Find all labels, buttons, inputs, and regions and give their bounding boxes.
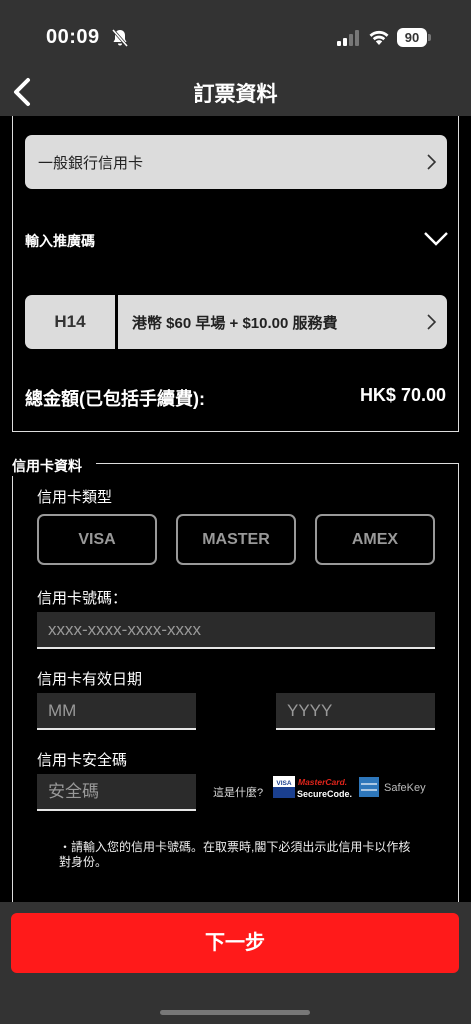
card-number-label: 信用卡號碼： <box>37 590 128 607</box>
credit-card-panel: 信用卡資料 信用卡類型 VISA MASTER AMEX 信用卡號碼： 信用卡有… <box>12 456 459 923</box>
whats-this-link[interactable]: 這是什麼? <box>213 784 263 800</box>
expiry-label: 信用卡有效日期 <box>37 671 143 688</box>
master-button[interactable]: MASTER <box>176 514 296 565</box>
expiry-year-input[interactable] <box>276 693 435 728</box>
expiry-year-field-wrapper <box>276 693 435 730</box>
next-step-button[interactable]: 下一步 <box>11 913 459 973</box>
ticket-type-select[interactable]: H14 港幣 $60 早場 + $10.00 服務費 <box>25 295 447 349</box>
footer-bar: 下一步 <box>0 902 471 1024</box>
battery-icon: 90 <box>397 28 431 47</box>
home-indicator <box>160 1010 310 1015</box>
cellular-signal-icon <box>337 30 359 46</box>
credit-card-section-title: 信用卡資料 <box>12 456 96 476</box>
cvv-input[interactable] <box>37 774 196 809</box>
visa-button[interactable]: VISA <box>37 514 157 565</box>
promo-code-toggle-label[interactable]: 輸入推廣碼 <box>25 231 95 251</box>
wifi-icon <box>369 30 389 45</box>
status-time: 00:09 <box>46 26 100 48</box>
verified-by-visa-logo: VISA <box>273 776 295 798</box>
expiry-month-field-wrapper <box>37 693 196 730</box>
chevron-right-icon <box>427 154 437 170</box>
total-amount: HK$ 70.00 <box>359 385 446 405</box>
safekey-logo-text: SafeKey <box>384 782 426 794</box>
card-number-field-wrapper <box>37 612 435 649</box>
ticket-price-description: 港幣 $60 早場 + $10.00 服務費 <box>132 315 338 332</box>
expiry-month-input[interactable] <box>37 693 196 728</box>
chevron-right-icon <box>427 314 437 330</box>
nav-bar: 訂票資料 <box>0 70 471 116</box>
cvv-field-wrapper <box>37 774 196 811</box>
ticket-code: H14 <box>25 295 118 349</box>
cvv-label: 信用卡安全碼 <box>37 752 128 769</box>
page-title: 訂票資料 <box>193 83 278 106</box>
bell-muted-icon <box>111 29 129 47</box>
card-type-value: 一般銀行信用卡 <box>38 155 144 172</box>
secure-payment-logos: VISA MasterCard. SecureCode. SafeKey <box>273 776 426 799</box>
amex-button[interactable]: AMEX <box>315 514 435 565</box>
securecode-logo-text: SecureCode. <box>297 789 352 799</box>
battery-level: 90 <box>397 28 427 47</box>
visa-logo-text: VISA <box>276 780 291 787</box>
card-notice-text: ・請輸入您的信用卡號碼。在取票時,閣下必須出示此信用卡以作核對身份。 <box>59 840 411 869</box>
chevron-down-icon[interactable] <box>423 229 449 247</box>
card-number-input[interactable] <box>37 612 435 647</box>
total-label: 總金額(已包括手續費): <box>25 389 205 409</box>
mastercard-logo-text: MasterCard. <box>298 777 347 787</box>
card-type-label: 信用卡類型 <box>37 489 113 506</box>
amex-safekey-logo: SafeKey <box>359 777 426 797</box>
status-bar: 00:09 90 <box>0 0 471 70</box>
card-type-select[interactable]: 一般銀行信用卡 <box>25 135 447 189</box>
mastercard-securecode-logo: MasterCard. SecureCode. <box>297 777 352 799</box>
order-summary-panel: 一般銀行信用卡 輸入推廣碼 H14 港幣 $60 早場 + $10.00 服務費… <box>12 116 459 432</box>
